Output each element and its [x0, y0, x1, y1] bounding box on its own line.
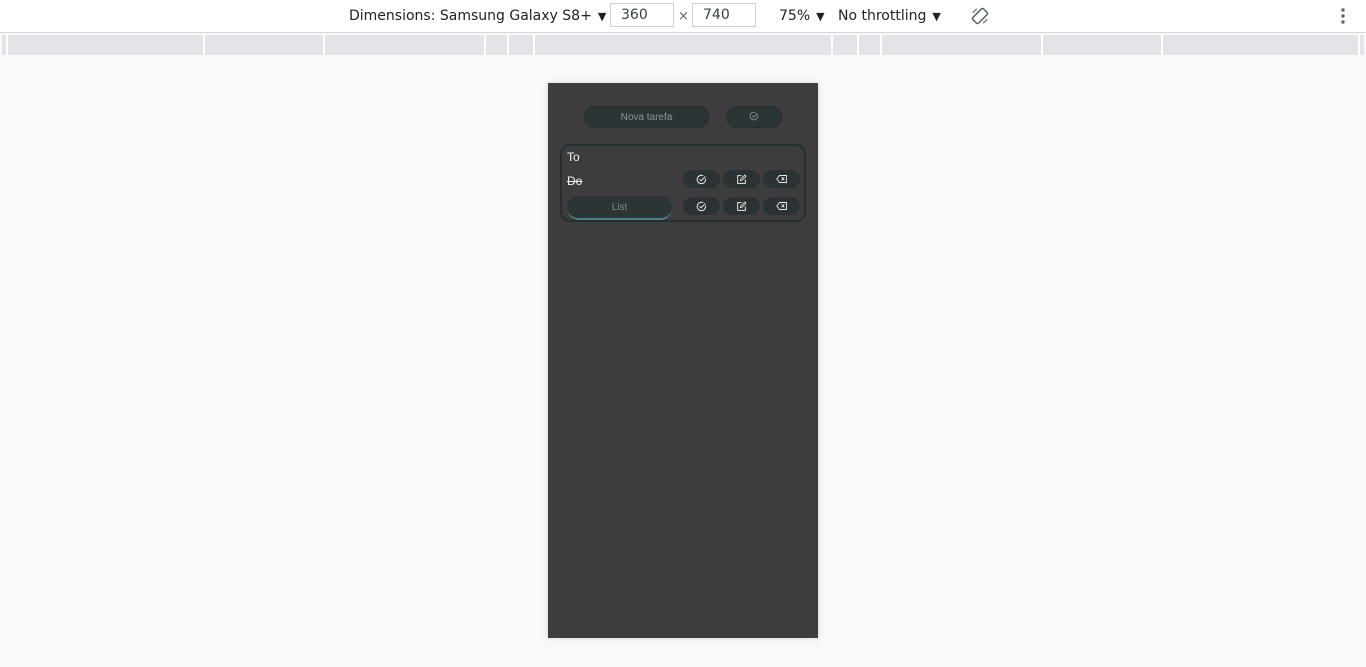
chevron-down-icon: ▼ — [816, 9, 825, 23]
media-query-bar[interactable] — [2, 35, 1364, 55]
edit-task-button[interactable] — [723, 197, 760, 215]
width-input[interactable]: 360 — [610, 3, 674, 27]
delete-task-button[interactable] — [763, 197, 800, 215]
edit-icon — [736, 200, 747, 212]
rotate-icon[interactable] — [970, 0, 990, 32]
task-text-done: Do — [567, 174, 583, 188]
backspace-icon — [775, 201, 788, 211]
task-list: To Do List — [560, 144, 806, 222]
zoom-select[interactable]: 75% ▼ — [779, 0, 825, 32]
list-name-input[interactable]: List — [567, 196, 672, 220]
task-text: To — [567, 150, 580, 164]
check-circle-icon — [696, 201, 707, 212]
throttle-label: No throttling — [838, 8, 927, 24]
media-query-marker — [533, 35, 535, 55]
media-query-marker — [831, 35, 833, 55]
height-input[interactable]: 740 — [692, 3, 756, 27]
media-query-marker — [880, 35, 882, 55]
edit-icon — [736, 173, 747, 185]
media-query-marker — [323, 35, 325, 55]
backspace-icon — [775, 174, 788, 184]
device-label: Dimensions: Samsung Galaxy S8+ — [349, 8, 592, 24]
more-vert-icon[interactable] — [1336, 0, 1350, 32]
chevron-down-icon: ▼ — [597, 9, 607, 23]
new-task-input[interactable]: Nova tarefa — [584, 106, 709, 128]
media-query-marker — [203, 35, 205, 55]
device-toolbar: Dimensions: Samsung Galaxy S8+ ▼ 360 × 7… — [0, 0, 1366, 33]
chevron-down-icon: ▼ — [932, 9, 941, 23]
complete-task-button[interactable] — [683, 197, 720, 215]
media-query-marker — [1161, 35, 1163, 55]
complete-all-button[interactable] — [726, 106, 782, 128]
media-query-marker — [484, 35, 486, 55]
media-query-marker — [1041, 35, 1043, 55]
delete-task-button[interactable] — [763, 170, 800, 188]
check-circle-icon — [696, 174, 707, 185]
device-select[interactable]: Dimensions: Samsung Galaxy S8+ ▼ — [349, 0, 606, 32]
edit-task-button[interactable] — [723, 170, 760, 188]
zoom-label: 75% — [779, 8, 811, 24]
media-query-marker — [6, 35, 8, 55]
media-query-marker — [857, 35, 859, 55]
dimension-separator: × — [678, 8, 689, 24]
media-query-marker — [1358, 35, 1360, 55]
media-query-marker — [507, 35, 509, 55]
check-circle-icon — [749, 108, 759, 126]
device-viewport: Nova tarefa To Do List — [548, 83, 818, 638]
complete-task-button[interactable] — [683, 170, 720, 188]
throttle-select[interactable]: No throttling ▼ — [838, 0, 941, 32]
